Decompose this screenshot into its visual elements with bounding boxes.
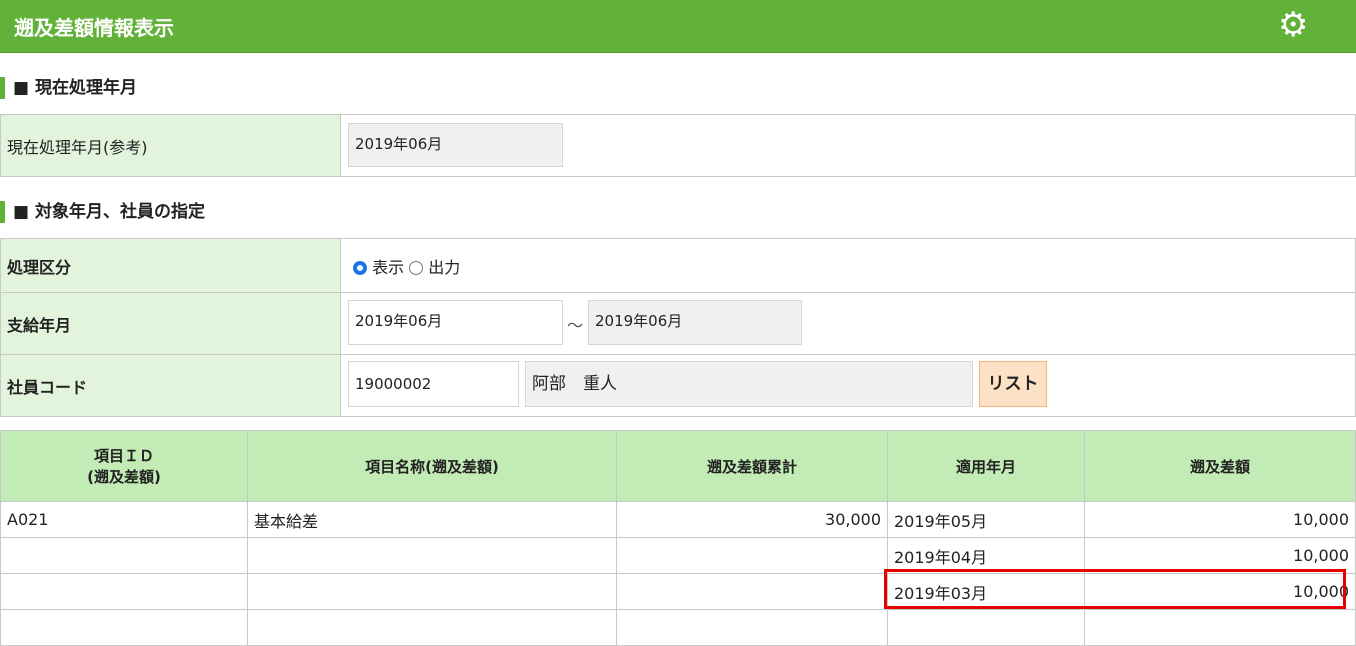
cell: A021 [0,501,248,538]
current-period-field: 2019年06月 [348,123,563,167]
cell [616,537,888,574]
payment-label: 支給年月 [0,292,341,355]
title-bar: 遡及差額情報表示 ⚙ [0,0,1356,53]
table-row: A021 基本給差 30,000 2019年05月 10,000 [0,501,1356,538]
col-applied-month: 適用年月 [887,430,1085,502]
cell: 基本給差 [247,501,617,538]
employee-code-input[interactable]: 19000002 [348,361,519,407]
section-heading-target: ■ 対象年月、社員の指定 [0,201,205,223]
section-heading-current: ■ 現在処理年月 [0,77,137,99]
radio-display-label: 表示 [372,257,405,277]
list-button[interactable]: リスト [979,361,1047,407]
cell: 2019年05月 [887,501,1085,538]
radio-output-label: 出力 [428,257,461,277]
highlight-box [884,569,1346,609]
payment-to-field: 2019年06月 [588,300,802,345]
cell [887,609,1085,646]
table-header: 項目ＩＤ (遡及差額) 項目名称(遡及差額) 遡及差額累計 適用年月 遡及差額 [0,430,1356,502]
payment-from-input[interactable]: 2019年06月 [348,300,563,345]
table-row [0,609,1356,646]
radio-unchecked-icon [409,260,424,275]
col-item-name: 項目名称(遡及差額) [247,430,617,502]
current-period-table: 現在処理年月(参考) [0,114,1356,177]
results-table: 項目ＩＤ (遡及差額) 項目名称(遡及差額) 遡及差額累計 適用年月 遡及差額 … [0,430,1356,646]
cell [247,573,617,610]
radio-checked-icon [353,260,367,275]
page-title: 遡及差額情報表示 [14,16,174,40]
current-period-label: 現在処理年月(参考) [0,114,341,177]
employee-label: 社員コード [0,354,341,417]
range-separator: ～ [567,316,584,335]
col-difference: 遡及差額 [1084,430,1356,502]
radio-output[interactable]: 出力 [409,258,460,277]
cell: 10,000 [1084,501,1356,538]
col-item-id: 項目ＩＤ (遡及差額) [0,430,248,502]
cell [247,609,617,646]
cell [0,609,248,646]
cell [616,609,888,646]
employee-name-field: 阿部 重人 [525,361,973,407]
cell [0,537,248,574]
col-cumulative: 遡及差額累計 [616,430,888,502]
cell [247,537,617,574]
cell [1084,609,1356,646]
cell [616,573,888,610]
radio-display[interactable]: 表示 [353,258,404,277]
cell [0,573,248,610]
processing-label: 処理区分 [0,238,341,293]
gear-icon[interactable]: ⚙ [1278,8,1308,42]
cell: 30,000 [616,501,888,538]
